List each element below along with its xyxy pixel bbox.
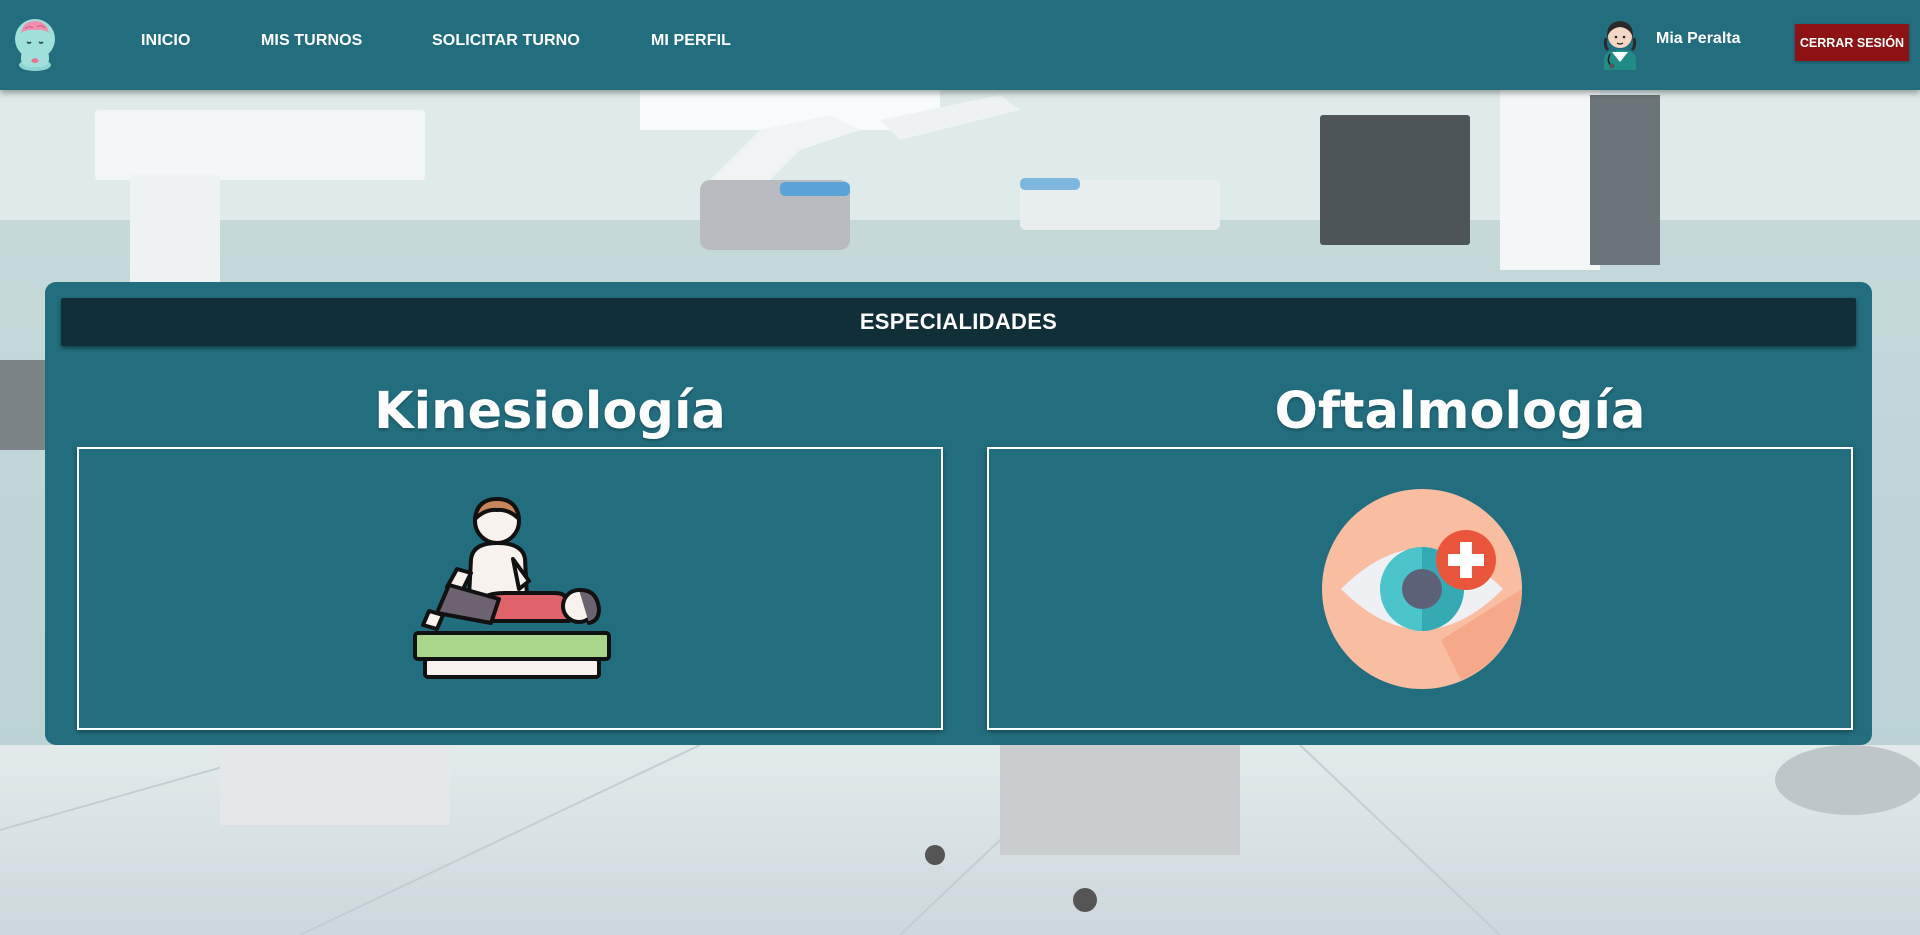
- nav-mis-turnos[interactable]: MIS TURNOS: [261, 32, 362, 50]
- panel-title: ESPECIALIDADES: [61, 298, 1856, 346]
- logout-button[interactable]: CERRAR SESIÓN: [1795, 24, 1909, 61]
- top-navbar: INICIO MIS TURNOS SOLICITAR TURNO MI PER…: [0, 0, 1920, 90]
- nav-mi-perfil[interactable]: MI PERFIL: [651, 32, 731, 50]
- specialty-title-kinesiologia: Kinesiología: [374, 382, 726, 441]
- brain-mascot-icon[interactable]: [9, 15, 61, 71]
- specialty-title-oftalmologia: Oftalmología: [1274, 382, 1646, 441]
- specialty-card-oftalmologia[interactable]: [987, 447, 1853, 730]
- specialties-panel: ESPECIALIDADES Kinesiología Oftalmología: [45, 282, 1872, 745]
- nav-inicio[interactable]: INICIO: [141, 32, 191, 50]
- physiotherapy-icon: [413, 497, 611, 679]
- specialty-card-kinesiologia[interactable]: [77, 447, 943, 730]
- doctor-avatar-icon: [1603, 21, 1637, 70]
- nav-solicitar-turno[interactable]: SOLICITAR TURNO: [432, 32, 580, 50]
- user-name: Mia Peralta: [1656, 30, 1741, 47]
- eye-care-icon: [1322, 489, 1522, 689]
